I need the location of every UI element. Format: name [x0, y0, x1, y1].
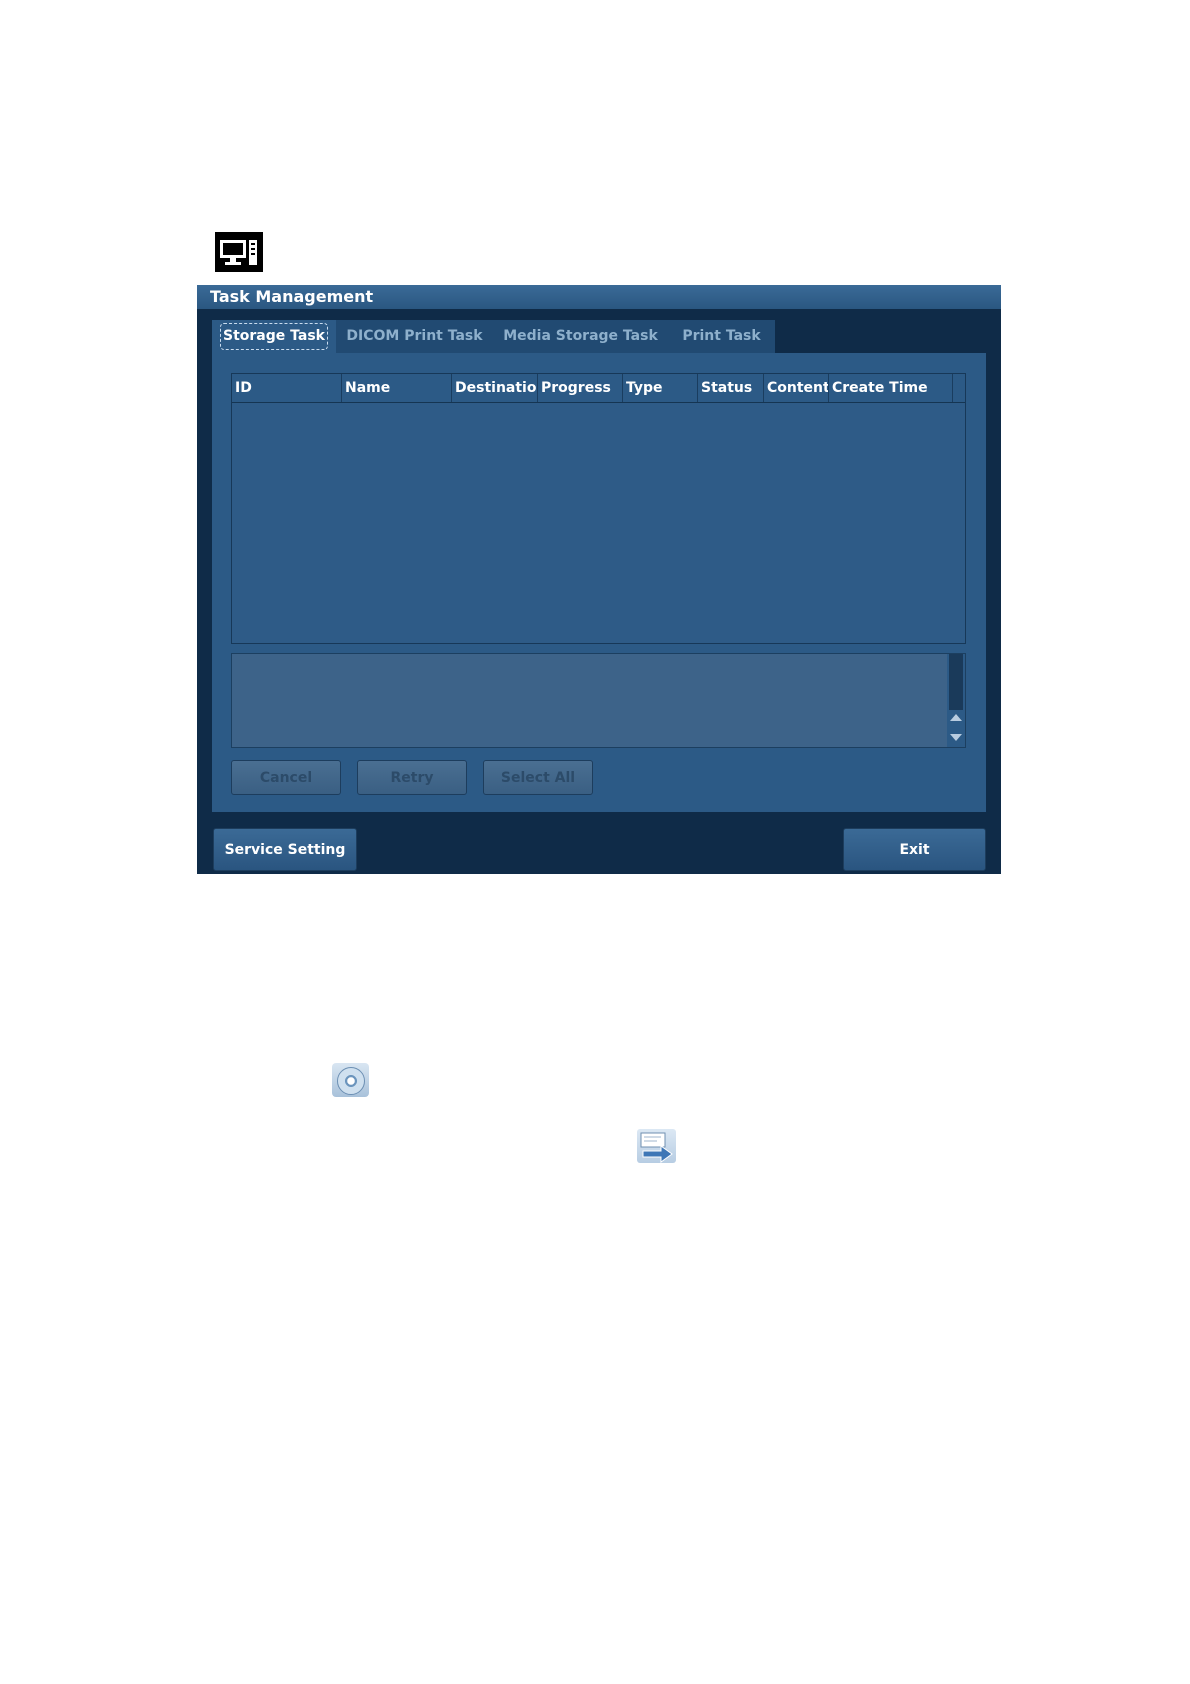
column-header-content[interactable]: Content [764, 374, 829, 402]
tab-dicom-print-task[interactable]: DICOM Print Task [336, 320, 493, 353]
column-header-destination[interactable]: Destination [452, 374, 538, 402]
column-header-progress[interactable]: Progress [538, 374, 623, 402]
task-table[interactable]: ID Name Destination Progress Type Status… [231, 373, 966, 644]
select-all-button[interactable]: Select All [483, 760, 593, 795]
scrollbar-thumb[interactable] [949, 654, 963, 710]
cancel-button[interactable]: Cancel [231, 760, 341, 795]
column-header-status[interactable]: Status [698, 374, 764, 402]
disc-shape [337, 1067, 365, 1095]
exit-button[interactable]: Exit [843, 828, 986, 871]
send-arrow-icon [637, 1129, 676, 1163]
table-header: ID Name Destination Progress Type Status… [232, 374, 965, 403]
column-header-create-time[interactable]: Create Time [829, 374, 953, 402]
column-header-name[interactable]: Name [342, 374, 452, 402]
disc-icon [332, 1063, 369, 1097]
tab-print-task[interactable]: Print Task [668, 320, 775, 353]
retry-button[interactable]: Retry [357, 760, 467, 795]
tab-storage-task[interactable]: Storage Task [212, 320, 336, 353]
task-management-dialog: Task Management Storage Task DICOM Print… [197, 285, 1001, 874]
title-bar: Task Management [197, 285, 1001, 309]
scroll-up-arrow-icon[interactable] [950, 714, 962, 721]
dialog-title: Task Management [210, 287, 374, 306]
column-header-id[interactable]: ID [232, 374, 342, 402]
tab-media-storage-task[interactable]: Media Storage Task [493, 320, 668, 353]
scroll-down-arrow-icon[interactable] [950, 734, 962, 741]
tab-label: Storage Task [220, 323, 328, 350]
message-area[interactable] [231, 653, 966, 748]
scrollbar[interactable] [947, 654, 965, 747]
service-setting-button[interactable]: Service Setting [213, 828, 357, 871]
column-header-type[interactable]: Type [623, 374, 698, 402]
computer-monitor-icon [215, 232, 263, 272]
